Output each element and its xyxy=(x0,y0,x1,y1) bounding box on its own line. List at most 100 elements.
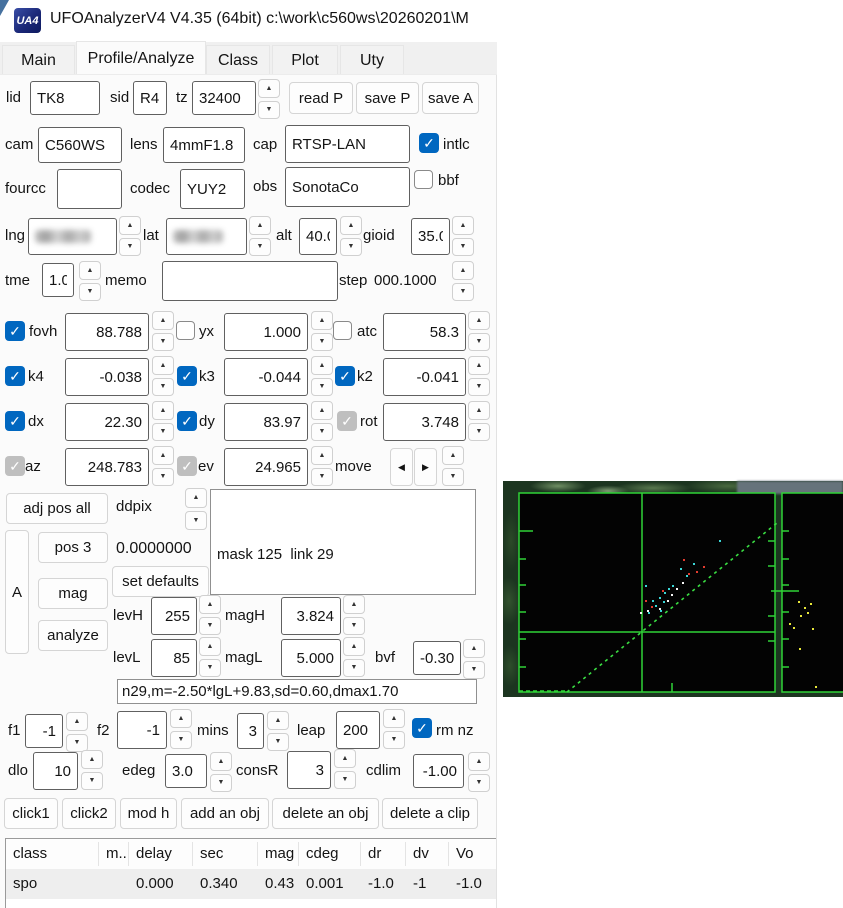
lng-input-redacted[interactable] xyxy=(28,218,117,255)
k4-checkbox[interactable]: ✓ xyxy=(5,366,25,386)
spinner-down-icon[interactable]: ▼ xyxy=(199,658,221,677)
fovh-checkbox[interactable]: ✓ xyxy=(5,321,25,341)
spinner-up-icon[interactable]: ▲ xyxy=(340,216,362,235)
spinner-up-icon[interactable]: ▲ xyxy=(452,216,474,235)
spinner-down-icon[interactable]: ▼ xyxy=(468,332,490,351)
read-p-button[interactable]: read P xyxy=(289,82,353,114)
spinner-down-icon[interactable]: ▼ xyxy=(119,237,141,256)
edeg-input[interactable] xyxy=(165,754,207,788)
spinner-down-icon[interactable]: ▼ xyxy=(452,237,474,256)
spinner-down-icon[interactable]: ▼ xyxy=(468,377,490,396)
col-dv[interactable]: dv xyxy=(406,842,449,866)
move-left-icon[interactable]: ◀ xyxy=(390,448,413,486)
tab-plot[interactable]: Plot xyxy=(272,45,338,74)
yx-input[interactable] xyxy=(224,313,308,351)
col-sec[interactable]: sec xyxy=(193,842,258,866)
spinner-down-icon[interactable]: ▼ xyxy=(343,616,365,635)
spinner-down-icon[interactable]: ▼ xyxy=(468,422,490,441)
analyze-button[interactable]: analyze xyxy=(38,620,108,651)
dlo-input[interactable] xyxy=(33,752,78,790)
col-class[interactable]: class xyxy=(6,842,99,866)
rm-nz-checkbox[interactable]: ✓ xyxy=(412,718,432,738)
col-m[interactable]: m.. xyxy=(99,842,129,866)
delete-a-clip-button[interactable]: delete a clip xyxy=(382,798,478,829)
spinner-up-icon[interactable]: ▲ xyxy=(170,709,192,728)
f1-input[interactable] xyxy=(25,714,63,748)
spinner-up-icon[interactable]: ▲ xyxy=(152,401,174,420)
spinner-down-icon[interactable]: ▼ xyxy=(152,377,174,396)
lat-input-redacted[interactable] xyxy=(166,218,247,255)
spinner-up-icon[interactable]: ▲ xyxy=(79,261,101,280)
fourcc-input[interactable] xyxy=(57,169,122,209)
k4-input[interactable] xyxy=(65,358,149,396)
spinner-down-icon[interactable]: ▼ xyxy=(152,332,174,351)
alt-input[interactable] xyxy=(299,218,337,255)
memo-input[interactable] xyxy=(162,261,338,301)
bbf-checkbox[interactable] xyxy=(414,170,433,189)
codec-input[interactable] xyxy=(180,169,245,209)
spinner-up-icon[interactable]: ▲ xyxy=(334,749,356,768)
gioid-input[interactable] xyxy=(411,218,450,255)
cdlim-input[interactable] xyxy=(413,754,464,788)
spinner-down-icon[interactable]: ▼ xyxy=(311,422,333,441)
set-defaults-button[interactable]: set defaults xyxy=(112,566,209,597)
spinner-up-icon[interactable]: ▲ xyxy=(468,401,490,420)
spinner-down-icon[interactable]: ▼ xyxy=(463,660,485,679)
tab-class[interactable]: Class xyxy=(206,45,270,74)
spinner-down-icon[interactable]: ▼ xyxy=(334,770,356,789)
spinner-up-icon[interactable]: ▲ xyxy=(463,639,485,658)
spinner-up-icon[interactable]: ▲ xyxy=(311,401,333,420)
yx-checkbox[interactable] xyxy=(176,321,195,340)
spinner-down-icon[interactable]: ▼ xyxy=(170,730,192,749)
spinner-up-icon[interactable]: ▲ xyxy=(311,311,333,330)
col-delay[interactable]: delay xyxy=(129,842,193,866)
col-dr[interactable]: dr xyxy=(361,842,406,866)
save-p-button[interactable]: save P xyxy=(356,82,419,114)
spinner-up-icon[interactable]: ▲ xyxy=(199,595,221,614)
spinner-up-icon[interactable]: ▲ xyxy=(152,446,174,465)
col-cdeg[interactable]: cdeg xyxy=(299,842,361,866)
cap-input[interactable] xyxy=(285,125,410,163)
mod-h-button[interactable]: mod h xyxy=(120,798,177,829)
k3-input[interactable] xyxy=(224,358,308,396)
spinner-down-icon[interactable]: ▼ xyxy=(199,616,221,635)
lens-input[interactable] xyxy=(163,127,245,163)
spinner-up-icon[interactable]: ▲ xyxy=(383,709,405,728)
dx-checkbox[interactable]: ✓ xyxy=(5,411,25,431)
spinner-up-icon[interactable]: ▲ xyxy=(442,446,464,465)
spinner-down-icon[interactable]: ▼ xyxy=(383,730,405,749)
spinner-down-icon[interactable]: ▼ xyxy=(258,100,280,119)
levh-input[interactable] xyxy=(151,597,197,635)
pos-3-button[interactable]: pos 3 xyxy=(38,532,108,563)
analysis-image[interactable] xyxy=(503,481,843,697)
spinner-down-icon[interactable]: ▼ xyxy=(152,467,174,486)
spinner-up-icon[interactable]: ▲ xyxy=(267,711,289,730)
levl-input[interactable] xyxy=(151,639,197,677)
spinner-down-icon[interactable]: ▼ xyxy=(442,467,464,486)
spinner-up-icon[interactable]: ▲ xyxy=(152,311,174,330)
move-right-icon[interactable]: ▶ xyxy=(414,448,437,486)
save-a-button[interactable]: save A xyxy=(422,82,479,114)
spinner-up-icon[interactable]: ▲ xyxy=(343,595,365,614)
spinner-down-icon[interactable]: ▼ xyxy=(249,237,271,256)
spinner-up-icon[interactable]: ▲ xyxy=(311,446,333,465)
k2-input[interactable] xyxy=(383,358,466,396)
magl-input[interactable] xyxy=(281,639,341,677)
spinner-up-icon[interactable]: ▲ xyxy=(152,356,174,375)
tab-profile-analyze[interactable]: Profile/Analyze xyxy=(76,41,206,74)
col-mag[interactable]: mag xyxy=(258,842,299,866)
spinner-up-icon[interactable]: ▲ xyxy=(468,311,490,330)
spinner-down-icon[interactable]: ▼ xyxy=(185,510,207,530)
spinner-down-icon[interactable]: ▼ xyxy=(152,422,174,441)
rot-input[interactable] xyxy=(383,403,466,441)
k2-checkbox[interactable]: ✓ xyxy=(335,366,355,386)
a-mode-button[interactable]: A xyxy=(5,530,29,654)
spinner-down-icon[interactable]: ▼ xyxy=(311,467,333,486)
spinner-up-icon[interactable]: ▲ xyxy=(452,261,474,280)
spinner-down-icon[interactable]: ▼ xyxy=(210,773,232,792)
spinner-up-icon[interactable]: ▲ xyxy=(249,216,271,235)
spinner-down-icon[interactable]: ▼ xyxy=(311,377,333,396)
spinner-down-icon[interactable]: ▼ xyxy=(343,658,365,677)
spinner-down-icon[interactable]: ▼ xyxy=(267,732,289,751)
dy-input[interactable] xyxy=(224,403,308,441)
